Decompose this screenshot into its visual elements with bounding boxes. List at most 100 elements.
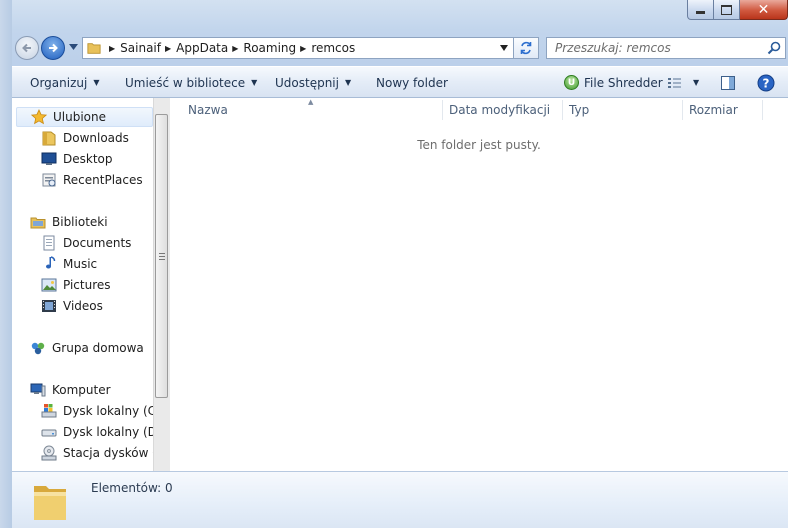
- command-bar: Organizuj ▼ Umieść w bibliotece ▼ Udostępn…: [12, 66, 788, 98]
- sidebar-item-computer[interactable]: Komputer: [30, 380, 111, 400]
- sidebar-item-pictures[interactable]: Pictures: [41, 275, 111, 295]
- search-box[interactable]: Przeszukaj: remcos: [546, 37, 786, 59]
- chevron-down-icon: ▼: [344, 78, 352, 87]
- column-divider[interactable]: [442, 100, 443, 120]
- view-options-button[interactable]: ▼: [667, 67, 699, 98]
- sort-ascending-icon: ▲: [308, 98, 314, 106]
- breadcrumb-separator-icon[interactable]: ▶: [109, 44, 115, 53]
- sidebar-item-label: Biblioteki: [52, 215, 108, 229]
- details-pane: Elementów: 0: [12, 471, 788, 528]
- sidebar-item-label: Downloads: [63, 131, 129, 145]
- pictures-icon: [41, 278, 57, 292]
- music-note-icon: [46, 256, 56, 269]
- column-header-name[interactable]: Nazwa: [188, 98, 228, 122]
- libraries-icon: [30, 217, 46, 229]
- maximize-button[interactable]: [714, 0, 740, 20]
- navigation-pane: Ulubione Downloads Desktop RecentPlaces …: [12, 98, 153, 471]
- file-shredder-label: File Shredder: [584, 75, 663, 90]
- chevron-down-icon[interactable]: ▼: [693, 78, 699, 87]
- recent-places-icon: [42, 173, 56, 187]
- address-history-dropdown-icon[interactable]: [500, 45, 508, 51]
- sidebar-item-label: Ulubione: [53, 110, 107, 124]
- refresh-button[interactable]: [514, 37, 539, 59]
- hard-drive-icon: [41, 429, 57, 437]
- sidebar-item-label: Pictures: [63, 278, 111, 292]
- sidebar-item-downloads[interactable]: Downloads: [41, 128, 129, 148]
- item-count: Elementów: 0: [91, 481, 173, 495]
- recent-pages-dropdown-icon[interactable]: [69, 44, 78, 50]
- sidebar-item-label: Documents: [63, 236, 132, 250]
- share-button[interactable]: Udostępnij ▼: [275, 67, 351, 98]
- file-shredder-button[interactable]: U File Shredder: [564, 67, 663, 98]
- sidebar-item-desktop[interactable]: Desktop: [41, 149, 113, 169]
- minimize-icon: [696, 11, 705, 14]
- column-header-size[interactable]: Rozmiar: [689, 98, 738, 122]
- organize-label: Organizuj: [30, 75, 88, 90]
- sidebar-item-drive-d[interactable]: Dysk lokalny (D:): [41, 422, 153, 442]
- windows-drive-icon: [41, 404, 57, 418]
- sidebar-item-label: Stacja dysków CD: [63, 446, 153, 460]
- sidebar-item-label: Komputer: [52, 383, 111, 397]
- preview-pane-icon: [721, 75, 735, 90]
- sidebar-item-label: Grupa domowa: [52, 341, 144, 355]
- column-divider[interactable]: [562, 100, 563, 120]
- column-divider[interactable]: [762, 100, 763, 120]
- cd-drive-icon: [41, 445, 57, 461]
- breadcrumb-separator-icon[interactable]: ▶: [300, 44, 306, 53]
- sidebar-item-homegroup[interactable]: Grupa domowa: [30, 338, 144, 358]
- column-header-type[interactable]: Typ: [569, 98, 589, 122]
- column-divider[interactable]: [682, 100, 683, 120]
- column-header-date[interactable]: Data modyfikacji: [449, 98, 550, 122]
- address-bar[interactable]: ▶ Sainaif ▶ AppData ▶ Roaming ▶ remcos: [82, 37, 514, 59]
- window-controls: ✕: [687, 0, 788, 21]
- sidebar-item-label: RecentPlaces: [63, 173, 143, 187]
- sidebar-item-music[interactable]: Music: [41, 254, 97, 274]
- sidebar-item-recentplaces[interactable]: RecentPlaces: [41, 170, 143, 190]
- sidebar-item-videos[interactable]: Videos: [41, 296, 103, 316]
- navigation-scrollbar[interactable]: [153, 98, 170, 471]
- help-icon: ?: [757, 74, 775, 91]
- forward-button[interactable]: [41, 36, 65, 60]
- computer-icon: [30, 383, 46, 397]
- homegroup-icon: [31, 342, 45, 355]
- close-button[interactable]: ✕: [740, 0, 788, 20]
- new-folder-label: Nowy folder: [376, 75, 448, 90]
- include-in-library-button[interactable]: Umieść w bibliotece ▼: [125, 67, 257, 98]
- sidebar-item-documents[interactable]: Documents: [41, 233, 131, 253]
- documents-icon: [43, 235, 55, 251]
- sidebar-item-libraries[interactable]: Biblioteki: [30, 212, 108, 232]
- back-button[interactable]: [15, 36, 39, 60]
- forward-arrow-icon: [49, 43, 58, 53]
- svg-text:?: ?: [763, 76, 770, 90]
- organize-button[interactable]: Organizuj ▼: [30, 67, 99, 98]
- breadcrumb-item-remcos[interactable]: remcos: [311, 41, 355, 55]
- new-folder-button[interactable]: Nowy folder: [376, 67, 448, 98]
- sidebar-item-cd-drive[interactable]: Stacja dysków CD: [41, 443, 153, 463]
- sidebar-item-favorites[interactable]: Ulubione: [16, 107, 153, 127]
- folder-icon: [87, 43, 101, 54]
- breadcrumb-item-sainaif[interactable]: Sainaif: [120, 41, 161, 55]
- breadcrumb-separator-icon[interactable]: ▶: [232, 44, 238, 53]
- maximize-icon: [721, 4, 732, 15]
- close-icon: ✕: [757, 1, 770, 18]
- breadcrumb-separator-icon[interactable]: ▶: [165, 44, 171, 53]
- preview-pane-button[interactable]: [720, 67, 736, 98]
- breadcrumb-item-roaming[interactable]: Roaming: [243, 41, 296, 55]
- breadcrumb-item-appdata[interactable]: AppData: [176, 41, 228, 55]
- include-in-library-label: Umieść w bibliotece: [125, 75, 246, 90]
- share-label: Udostępnij: [275, 75, 339, 90]
- sidebar-item-drive-c[interactable]: Dysk lokalny (C:): [41, 401, 153, 421]
- chevron-down-icon: ▼: [251, 78, 258, 87]
- sidebar-item-label: Music: [63, 257, 98, 271]
- scrollbar-thumb[interactable]: [155, 114, 168, 398]
- search-icon[interactable]: [767, 41, 781, 55]
- help-button[interactable]: ?: [757, 67, 775, 98]
- desktop-icon: [41, 152, 57, 165]
- sidebar-item-label: Desktop: [63, 152, 113, 166]
- sidebar-item-label: Dysk lokalny (D:): [63, 425, 153, 439]
- file-list[interactable]: ▲ Nazwa Data modyfikacji Typ Rozmiar Ten…: [170, 98, 788, 471]
- minimize-button[interactable]: [687, 0, 714, 20]
- search-placeholder: Przeszukaj: remcos: [555, 41, 671, 55]
- sidebar-item-label: Videos: [63, 299, 103, 313]
- empty-folder-message: Ten folder jest pusty.: [417, 138, 541, 152]
